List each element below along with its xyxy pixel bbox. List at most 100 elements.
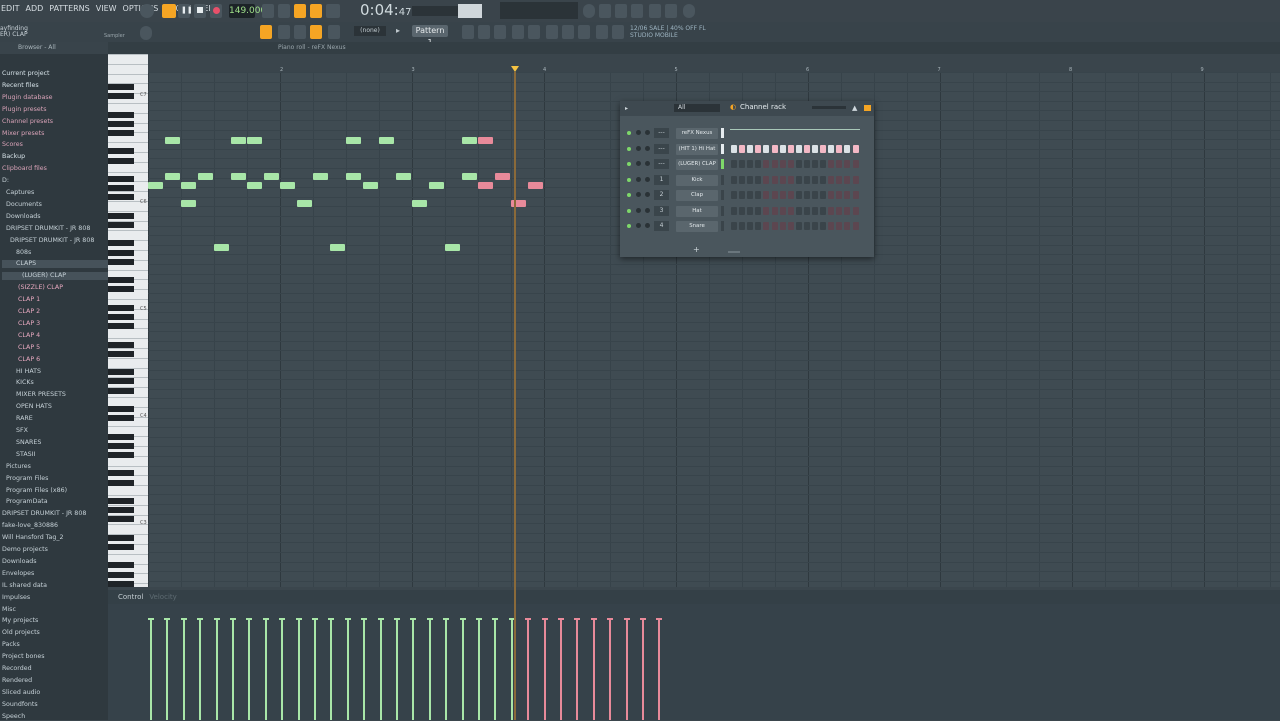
black-key[interactable] xyxy=(108,130,134,136)
black-key[interactable] xyxy=(108,415,134,422)
step-button[interactable] xyxy=(731,222,737,230)
black-key[interactable] xyxy=(108,378,134,385)
rack-graph-icon[interactable]: ▲ xyxy=(852,104,857,112)
black-key[interactable] xyxy=(108,157,134,164)
channel-select-indicator[interactable] xyxy=(721,205,724,216)
velocity-handle[interactable] xyxy=(656,618,663,620)
channel-volume-knob[interactable] xyxy=(636,176,641,182)
note[interactable] xyxy=(181,182,196,189)
velocity-handle[interactable] xyxy=(312,618,318,620)
step-button[interactable] xyxy=(836,191,843,199)
menu-item-add[interactable]: ADD xyxy=(24,4,44,13)
velocity-handle[interactable] xyxy=(344,618,351,620)
velocity-handle[interactable] xyxy=(164,618,171,620)
black-key[interactable] xyxy=(108,470,134,477)
browser-item[interactable]: CLAP 2 xyxy=(2,308,40,316)
note[interactable] xyxy=(164,137,180,144)
loop-record-button[interactable] xyxy=(326,4,340,18)
step-button[interactable] xyxy=(771,191,778,199)
step-button[interactable] xyxy=(787,175,794,184)
browser-item[interactable]: Backup xyxy=(2,153,25,161)
note[interactable] xyxy=(478,182,493,189)
channel-pan-knob[interactable] xyxy=(645,192,650,197)
step-button[interactable] xyxy=(852,160,859,168)
channel-select-indicator[interactable] xyxy=(721,190,724,200)
control-label[interactable]: Control xyxy=(118,593,143,601)
tools-icon[interactable] xyxy=(599,4,611,18)
browser-item[interactable]: Plugin presets xyxy=(2,106,47,114)
step-button[interactable] xyxy=(795,206,802,215)
rack-steps-icon[interactable] xyxy=(864,105,871,111)
browser-item[interactable]: Demo projects xyxy=(2,546,48,554)
black-key[interactable] xyxy=(108,580,134,587)
white-key[interactable] xyxy=(108,142,148,144)
black-key[interactable] xyxy=(108,277,134,284)
velocity-bar[interactable] xyxy=(592,620,595,720)
browser-item[interactable]: Envelopes xyxy=(2,570,34,578)
step-button[interactable] xyxy=(852,206,859,215)
step-button[interactable] xyxy=(803,206,810,215)
record-button[interactable] xyxy=(210,4,222,18)
velocity-handle[interactable] xyxy=(459,618,466,620)
step-button[interactable] xyxy=(844,222,851,230)
step-button[interactable] xyxy=(812,175,818,184)
wait-button[interactable] xyxy=(278,4,290,18)
browser-item[interactable]: Project bones xyxy=(2,653,45,661)
note[interactable] xyxy=(395,173,411,180)
channel-pan-knob[interactable] xyxy=(645,176,650,182)
velocity-bar[interactable] xyxy=(150,620,152,720)
step-button[interactable] xyxy=(763,222,770,230)
black-key[interactable] xyxy=(108,258,134,265)
browser-item[interactable]: Downloads xyxy=(2,558,37,566)
browser-item[interactable]: CLAP 4 xyxy=(2,332,40,340)
channel-select-indicator[interactable] xyxy=(721,143,724,154)
velocity-handle[interactable] xyxy=(623,618,630,620)
step-button[interactable] xyxy=(739,144,746,153)
window-pianoroll-icon[interactable] xyxy=(478,25,490,39)
step-button[interactable] xyxy=(787,222,794,230)
step-button[interactable] xyxy=(763,160,770,168)
velocity-bar[interactable] xyxy=(543,620,546,720)
stop-button[interactable] xyxy=(194,4,206,18)
step-button[interactable] xyxy=(844,206,851,215)
browser-item[interactable]: Channel presets xyxy=(2,118,53,126)
browser-item[interactable]: Current project xyxy=(2,70,50,78)
step-button[interactable] xyxy=(844,191,851,199)
window-plugin-icon[interactable] xyxy=(546,25,558,39)
velocity-bar[interactable] xyxy=(428,620,431,720)
event-editor-lane[interactable] xyxy=(108,590,1280,720)
channel-mixer-track[interactable]: 2 xyxy=(654,190,669,200)
browser-item[interactable]: DRIPSET DRUMKIT - JR 808 xyxy=(2,237,94,245)
browser-item[interactable]: RARE xyxy=(2,415,33,423)
step-button[interactable] xyxy=(779,206,786,215)
step-button[interactable] xyxy=(739,160,746,168)
velocity-bar[interactable] xyxy=(461,620,464,720)
channel-mixer-track[interactable]: --- xyxy=(654,128,669,138)
velocity-bar[interactable] xyxy=(625,620,628,720)
step-button[interactable] xyxy=(731,191,737,199)
velocity-bar[interactable] xyxy=(215,620,218,720)
channel-mixer-track[interactable]: 1 xyxy=(654,174,669,185)
black-key[interactable] xyxy=(108,369,134,376)
step-button[interactable] xyxy=(836,206,843,215)
step-button[interactable] xyxy=(771,175,778,184)
velocity-handle[interactable] xyxy=(410,618,417,620)
step-button[interactable] xyxy=(795,191,802,199)
velocity-bar[interactable] xyxy=(527,620,530,720)
note[interactable] xyxy=(247,182,262,189)
channel-mixer-track[interactable]: --- xyxy=(654,159,669,169)
browser-item[interactable]: CLAP 3 xyxy=(2,320,40,328)
step-button[interactable] xyxy=(803,222,810,230)
step-button[interactable] xyxy=(755,144,762,153)
velocity-bar[interactable] xyxy=(412,620,415,720)
channel-mute-led[interactable] xyxy=(627,131,631,135)
step-button[interactable] xyxy=(747,191,754,199)
pencil-tool-icon[interactable] xyxy=(294,25,306,39)
channel-pan-knob[interactable] xyxy=(645,207,650,213)
rack-menu-icon[interactable]: ▸ xyxy=(625,105,628,112)
window-render-icon[interactable] xyxy=(578,25,590,39)
note[interactable] xyxy=(181,200,196,207)
black-key[interactable] xyxy=(108,544,134,550)
browser-item[interactable]: fake-love_830886 xyxy=(2,522,58,530)
piano-keyboard[interactable] xyxy=(108,54,148,587)
